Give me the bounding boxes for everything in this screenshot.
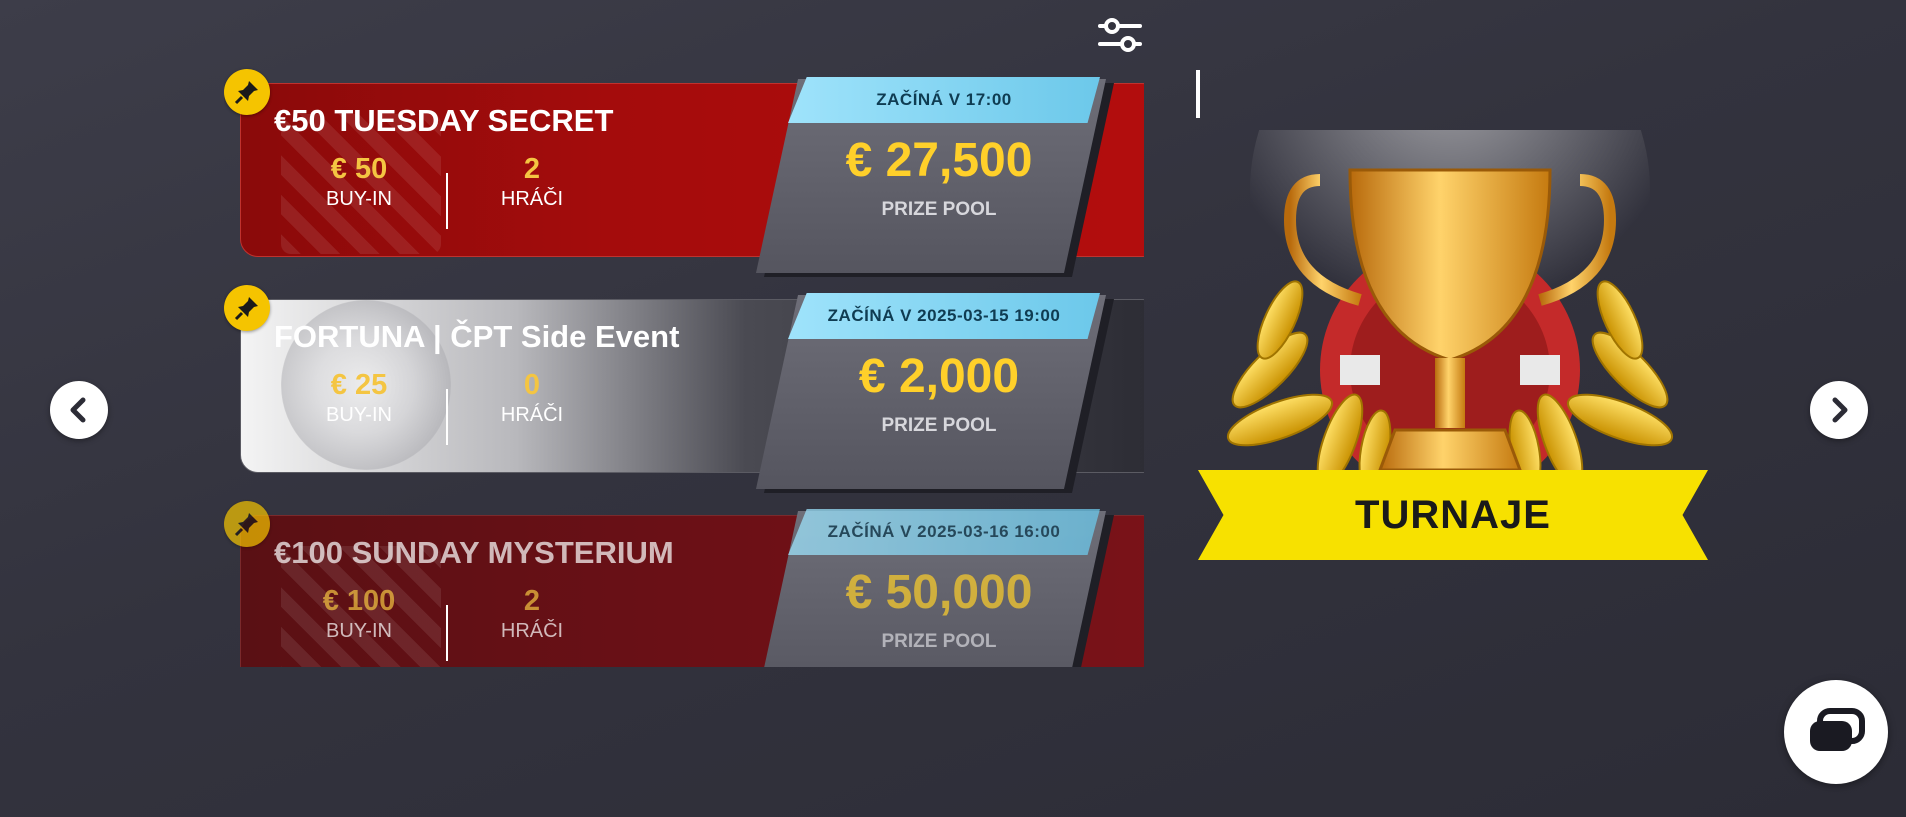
pin-button[interactable] [224,501,270,547]
players-label: HRÁČI [500,404,564,426]
players-label: HRÁČI [500,188,564,210]
stat-divider [446,605,448,661]
next-button[interactable] [1810,381,1868,439]
tournament-card[interactable]: €100 SUNDAY MYSTERIUM € 100 BUY-IN 2 HRÁ… [224,497,1144,667]
tournament-card[interactable]: FORTUNA | ČPT Side Event € 25 BUY-IN 0 H… [224,281,1144,493]
buyin-label: BUY-IN [326,188,392,210]
chevron-right-icon [1832,397,1848,423]
tournament-title: €50 TUESDAY SECRET [274,103,614,138]
players-stat: 2 HRÁČI [462,153,602,211]
stat-divider [446,173,448,229]
sliders-icon [1098,18,1142,52]
pin-icon [234,81,258,105]
buyin-label: BUY-IN [326,404,392,426]
tournament-list: €50 TUESDAY SECRET € 50 BUY-IN 2 HRÁČI Z… [224,65,1144,667]
buyin-value: € 25 [330,369,388,401]
pin-button[interactable] [224,285,270,331]
filter-button[interactable] [1096,16,1144,56]
tournament-card[interactable]: €50 TUESDAY SECRET € 50 BUY-IN 2 HRÁČI Z… [224,65,1144,277]
chevron-left-icon [70,397,86,423]
players-value: 0 [523,369,541,401]
players-stat: 2 HRÁČI [462,585,602,643]
chat-icon [1810,708,1865,751]
tournament-title: FORTUNA | ČPT Side Event [274,319,680,354]
start-time-badge: ZAČÍNÁ V 2025-03-16 16:00 [788,509,1100,555]
players-value: 2 [523,585,541,617]
stat-divider [446,389,448,445]
buyin-value: € 100 [322,585,396,617]
start-time-badge: ZAČÍNÁ V 17:00 [788,77,1100,123]
buyin-value: € 50 [330,153,388,185]
prize-pool-label: PRIZE POOL [881,415,997,436]
pin-icon [234,513,258,537]
players-value: 2 [523,153,541,185]
prize-pool-label: PRIZE POOL [881,199,997,220]
buyin-label: BUY-IN [326,620,392,642]
prize-pool-label: PRIZE POOL [881,631,997,652]
start-time-badge: ZAČÍNÁ V 2025-03-15 19:00 [788,293,1100,339]
tournaments-banner[interactable]: TURNAJE [1198,470,1708,560]
prize-pool-value: € 2,000 [858,350,1020,403]
chat-button[interactable] [1784,680,1888,784]
players-label: HRÁČI [500,620,564,642]
players-stat: 0 HRÁČI [462,369,602,427]
tournament-title: €100 SUNDAY MYSTERIUM [274,535,674,570]
buyin-stat: € 25 BUY-IN [289,369,429,427]
buyin-stat: € 50 BUY-IN [289,153,429,211]
prize-pool-value: € 27,500 [845,134,1033,187]
pin-icon [234,297,258,321]
pin-button[interactable] [224,69,270,115]
previous-button[interactable] [50,381,108,439]
text-cursor [1196,70,1200,118]
buyin-stat: € 100 BUY-IN [289,585,429,643]
prize-pool-value: € 50,000 [845,566,1033,619]
